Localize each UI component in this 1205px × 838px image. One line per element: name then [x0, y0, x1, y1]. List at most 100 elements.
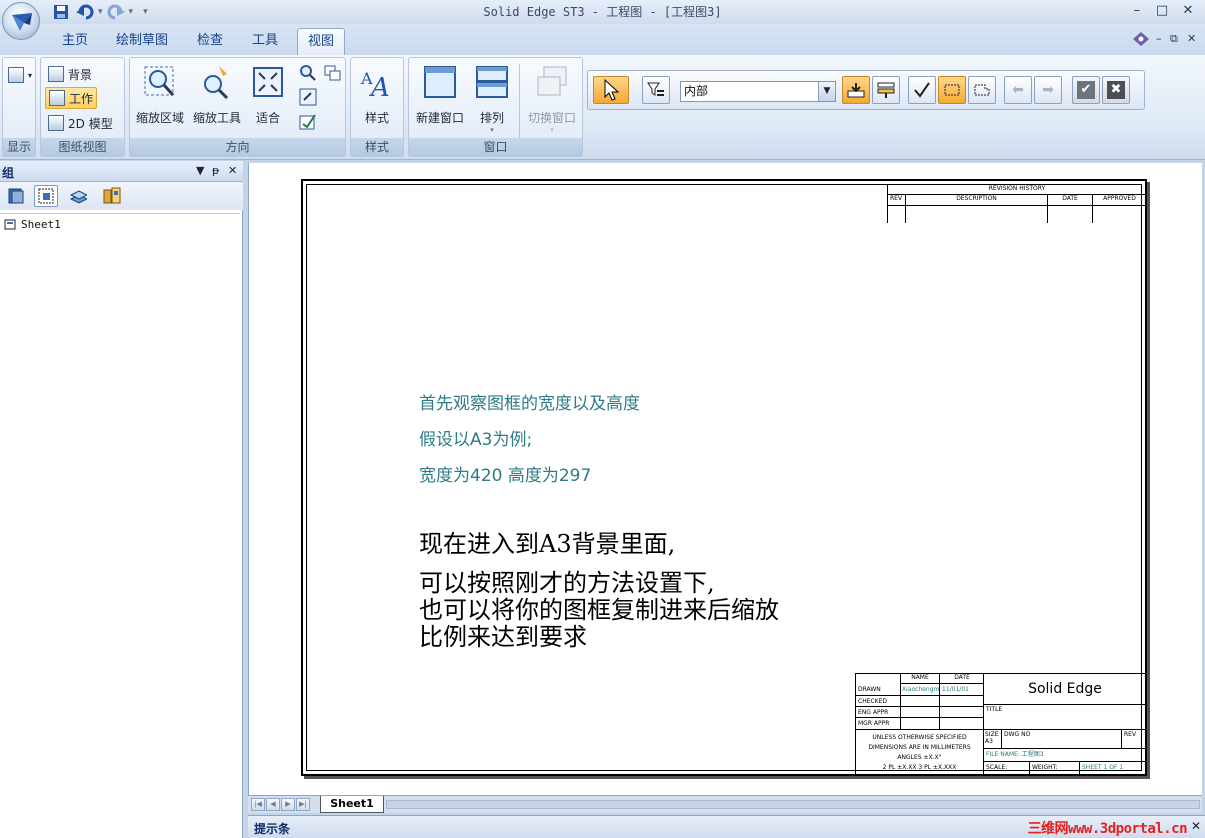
select-filter-dropdown[interactable]: 内部 ▼ [680, 81, 836, 102]
switch-window-dropdown-icon: ▾ [550, 126, 554, 134]
horizontal-scrollbar[interactable] [386, 800, 1200, 809]
size-value: A3 [985, 738, 993, 745]
arrange-button[interactable]: 排列 ▾ [467, 62, 517, 134]
tab-tools[interactable]: 工具 [242, 28, 288, 55]
window-title: Solid Edge ST3 - 工程图 - [工程图3] [483, 5, 722, 19]
left-arrow-icon: ⬅ [1012, 82, 1024, 98]
pane-pin-icon[interactable]: ᵽ [212, 164, 219, 177]
inside-fence-button[interactable] [938, 76, 966, 104]
tab-home[interactable]: 主页 [52, 28, 98, 55]
title-field: TITLE [984, 705, 1146, 730]
pick-topmost-button[interactable] [842, 76, 870, 104]
tolerance-line-4: 2 PL ±X.XX 3 PL ±X.XXX [882, 764, 957, 771]
fence-overlap-icon [974, 84, 990, 96]
groups-button[interactable] [34, 185, 58, 207]
note-teal-2[interactable]: 假设以A3为例; [419, 425, 532, 450]
working-sheet-label: 工作 [69, 91, 94, 106]
view-window-button[interactable] [320, 62, 344, 84]
library-button[interactable] [100, 185, 124, 207]
revision-row-line [888, 205, 1146, 206]
maximize-button[interactable]: □ [1150, 2, 1174, 20]
fence-inside-icon [944, 84, 960, 96]
select-filter-value: 内部 [684, 84, 709, 98]
cancel-button[interactable]: ✖ [1102, 76, 1130, 104]
weight-cell: WEIGHT: [1030, 762, 1080, 775]
working-sheet-button[interactable]: 工作 [45, 87, 98, 109]
display-dropdown-button[interactable]: ▾ [5, 64, 35, 86]
drawing-sheet[interactable]: REVISION HISTORY REV DESCRIPTION DATE AP… [301, 179, 1147, 776]
note-black-1[interactable]: 现在进入到A3背景里面, [419, 531, 675, 558]
layers-icon [69, 190, 87, 204]
display-icon [8, 67, 24, 83]
chevron-down-icon[interactable]: ▼ [818, 82, 835, 101]
select-toolbar: 内部 ▼ ⬅ ➡ ✔ ✖ [587, 70, 1145, 110]
orientation-group-label: 方向 [130, 138, 345, 156]
style-button[interactable]: A A 样式 [351, 62, 403, 134]
close-icon: ✖ [1107, 81, 1125, 99]
back-button[interactable]: ⬅ [1004, 76, 1032, 104]
pane-close-icon[interactable]: ✕ [228, 164, 237, 177]
first-sheet-button[interactable]: |◀ [251, 798, 265, 811]
zoom-area-button[interactable]: 缩放区域 [132, 62, 188, 134]
background-sheet-button[interactable]: 背景 [45, 63, 95, 85]
window-group: 新建窗口 排列 ▾ 切换窗口 ▾ 窗口 [408, 57, 583, 157]
doc-close-button[interactable]: ✕ [1187, 32, 1196, 45]
dwg-no-cell: DWG NO [1002, 730, 1122, 749]
company-name: Solid Edge [984, 674, 1146, 705]
layers-button[interactable] [66, 185, 90, 207]
check-select-button[interactable] [908, 76, 936, 104]
fit-button[interactable]: 适合 [242, 62, 294, 134]
sheet-setup-icon [299, 114, 316, 130]
next-sheet-button[interactable]: ▶ [281, 798, 295, 811]
pan-button[interactable] [296, 86, 320, 108]
tab-view[interactable]: 视图 [297, 28, 346, 55]
check-pointer-icon [914, 82, 930, 98]
2d-model-sheet-button[interactable]: 2D 模型 [45, 112, 116, 134]
forward-button[interactable]: ➡ [1034, 76, 1062, 104]
font-style-icon: A A [360, 69, 390, 103]
sheet-setup-button[interactable] [296, 111, 320, 133]
note-black-2[interactable]: 可以按照刚才的方法设置下, [419, 570, 715, 597]
pane-menu-icon[interactable]: ▼ [196, 164, 204, 177]
approval-table: NAME DATE DRAWN Xiaochengm 11/01/01 CHEC… [856, 674, 984, 730]
prev-sheet-button[interactable]: ◀ [266, 798, 280, 811]
last-sheet-button[interactable]: ▶| [296, 798, 310, 811]
accept-button[interactable]: ✔ [1072, 76, 1100, 104]
zoom-small-button[interactable] [296, 62, 320, 84]
new-window-button[interactable]: 新建窗口 [411, 62, 469, 134]
sheet-tab-sheet1[interactable]: Sheet1 [320, 796, 384, 813]
note-black-3[interactable]: 也可以将你的图框复制进来后缩放 [419, 597, 779, 624]
sheet-tree-button[interactable] [4, 185, 28, 207]
tree-item-sheet1[interactable]: Sheet1 [4, 218, 61, 231]
minimize-button[interactable]: – [1125, 2, 1149, 20]
overlap-fence-button[interactable] [968, 76, 996, 104]
switch-window-button[interactable]: 切换窗口 ▾ [521, 62, 583, 134]
note-black-4[interactable]: 比例来达到要求 [419, 624, 587, 651]
arrange-label: 排列 [479, 111, 504, 125]
note-teal-3[interactable]: 宽度为420 高度为297 [419, 461, 591, 486]
prompt-bar: 提示条 三维网www.3dportal.cn ✕ [248, 815, 1205, 838]
pan-icon [299, 88, 317, 106]
pick-below-button[interactable] [872, 76, 900, 104]
title-block: NAME DATE DRAWN Xiaochengm 11/01/01 CHEC… [855, 673, 1146, 775]
zoom-tool-button[interactable]: 缩放工具 [189, 62, 245, 134]
application-button[interactable] [2, 2, 40, 40]
new-window-icon [424, 66, 456, 98]
prompt-bar-close-icon[interactable]: ✕ [1191, 819, 1201, 833]
drawing-canvas[interactable]: REVISION HISTORY REV DESCRIPTION DATE AP… [248, 163, 1202, 795]
note-teal-1[interactable]: 首先观察图框的宽度以及高度 [419, 389, 640, 414]
select-tool-button[interactable] [593, 76, 629, 104]
tab-sketch[interactable]: 绘制草图 [106, 28, 178, 55]
doc-minimize-button[interactable]: – [1156, 32, 1162, 45]
date-col-header: DATE [1048, 195, 1093, 223]
close-button[interactable]: ✕ [1176, 2, 1200, 20]
group-pane: 组 ▼ ᵽ ✕ Sheet1 [0, 161, 243, 838]
doc-restore-button[interactable]: ⧉ [1170, 32, 1178, 46]
book-icon [8, 188, 24, 204]
revision-history-block: REVISION HISTORY REV DESCRIPTION DATE AP… [887, 185, 1146, 223]
tab-inspect[interactable]: 检查 [187, 28, 233, 55]
filter-button[interactable] [642, 76, 670, 104]
help-icon[interactable] [1133, 32, 1149, 49]
sheet-icon [4, 219, 16, 229]
window-group-label: 窗口 [409, 138, 582, 156]
